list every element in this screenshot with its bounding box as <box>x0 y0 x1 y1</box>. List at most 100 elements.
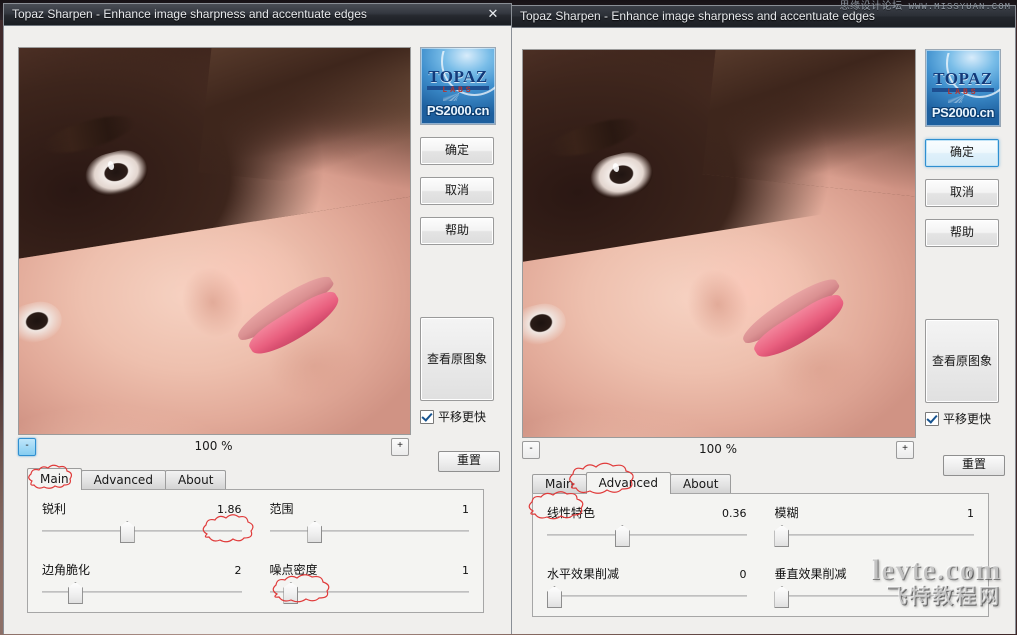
slider-noise-density: 噪点密度 1 <box>256 551 484 612</box>
tab-advanced[interactable]: Advanced <box>80 470 166 490</box>
side-panel-right: TOPAZ LABS PS2000.cn 确定 取消 帮助 查看原图象 平移更快 <box>925 49 1007 427</box>
slider-label: 锐利 <box>42 502 67 516</box>
tab-about[interactable]: About <box>164 470 227 490</box>
slider-sharpen: 锐利 1.86 <box>28 490 256 551</box>
slider-thumb[interactable] <box>614 525 630 547</box>
slider-vertical-suppression: 垂直效果削减 0 <box>761 555 989 616</box>
logo-topaz-text: TOPAZ <box>933 69 993 88</box>
slider-horizontal-suppression: 水平效果削减 0 <box>533 555 761 616</box>
pan-faster-checkbox[interactable] <box>420 409 434 424</box>
slider-label: 边角脆化 <box>42 563 91 577</box>
slider-thumb[interactable] <box>774 525 790 547</box>
topaz-labs-logo: TOPAZ LABS PS2000.cn <box>925 49 1001 127</box>
zoom-in-button[interactable]: + <box>391 438 409 456</box>
slider-value: 2 <box>234 564 242 577</box>
slider-label: 模糊 <box>774 506 799 520</box>
slider-edge-crispness: 边角脆化 2 <box>28 551 256 612</box>
image-preview-left[interactable] <box>18 47 411 435</box>
titlebar-left[interactable]: Topaz Sharpen - Enhance image sharpness … <box>4 4 511 26</box>
slider-track[interactable] <box>269 521 469 543</box>
side-panel-left: TOPAZ LABS PS2000.cn 确定 取消 帮助 查看原图象 平移更快 <box>420 47 500 425</box>
image-preview-right[interactable] <box>522 49 916 438</box>
photo-shoulder <box>523 390 778 437</box>
slider-thumb[interactable] <box>307 521 323 543</box>
tab-advanced[interactable]: Advanced <box>585 472 671 494</box>
topaz-sharpen-window-left: Topaz Sharpen - Enhance image sharpness … <box>3 3 512 634</box>
zoom-in-button[interactable]: + <box>896 441 914 459</box>
photo-chin <box>261 325 395 427</box>
cancel-button[interactable]: 取消 <box>925 179 999 207</box>
parameter-panel-right: 线性特色 0.36 模糊 1 水平效果削减 0 垂直效果削减 0 <box>532 493 989 617</box>
ok-button[interactable]: 确定 <box>925 139 999 167</box>
pan-faster-label: 平移更快 <box>943 412 992 426</box>
window-title-right: Topaz Sharpen - Enhance image sharpness … <box>520 9 875 23</box>
view-original-button[interactable]: 查看原图象 <box>420 317 494 401</box>
slider-value: 0 <box>967 568 974 581</box>
ok-button[interactable]: 确定 <box>420 137 494 165</box>
topaz-sharpen-window-right: Topaz Sharpen - Enhance image sharpness … <box>511 5 1016 634</box>
tab-bar-left: Main Advanced About <box>27 468 227 490</box>
logo-labs-text: LABS <box>427 86 489 96</box>
slider-label: 垂直效果削减 <box>774 567 847 581</box>
reset-button[interactable]: 重置 <box>943 455 1005 476</box>
slider-track[interactable] <box>774 586 974 608</box>
slider-value: 1 <box>462 503 469 516</box>
zoom-level-value: 100 % <box>698 442 738 456</box>
tab-about[interactable]: About <box>669 474 732 494</box>
zoom-bar-right: - 100 % + <box>522 441 914 461</box>
pan-faster-checkbox-row[interactable]: 平移更快 <box>925 410 1007 427</box>
logo-site-watermark: PS2000.cn <box>426 103 490 118</box>
photo-shoulder <box>19 387 274 434</box>
slider-value: 1 <box>967 507 974 520</box>
window-body-left: TOPAZ LABS PS2000.cn 确定 取消 帮助 查看原图象 平移更快… <box>4 26 511 634</box>
slider-thumb[interactable] <box>67 582 83 604</box>
slider-value: 0.36 <box>722 507 747 520</box>
help-button[interactable]: 帮助 <box>925 219 999 247</box>
reset-button[interactable]: 重置 <box>438 451 500 472</box>
preview-photo <box>523 50 915 437</box>
slider-thumb[interactable] <box>119 521 135 543</box>
preview-photo <box>19 48 410 434</box>
slider-thumb[interactable] <box>546 586 562 608</box>
logo-topaz-text: TOPAZ <box>428 67 488 86</box>
parameter-panel-left: 锐利 1.86 范围 1 边角脆化 2 噪点密度 1 <box>27 489 484 613</box>
window-body-right: TOPAZ LABS PS2000.cn 确定 取消 帮助 查看原图象 平移更快… <box>512 28 1015 634</box>
slider-track[interactable] <box>546 586 747 608</box>
slider-label: 范围 <box>269 502 294 516</box>
photo-chin <box>766 328 900 430</box>
slider-label: 噪点密度 <box>269 563 318 577</box>
slider-track[interactable] <box>269 582 469 604</box>
slider-thumb[interactable] <box>283 582 299 604</box>
pan-faster-label: 平移更快 <box>438 410 487 424</box>
slider-radius: 范围 1 <box>256 490 484 551</box>
tab-main[interactable]: Main <box>27 468 82 490</box>
slider-value: 1.86 <box>217 503 242 516</box>
tab-main[interactable]: Main <box>532 474 587 494</box>
logo-site-watermark: PS2000.cn <box>931 105 995 120</box>
zoom-level-value: 100 % <box>194 439 233 453</box>
slider-thumb[interactable] <box>774 586 790 608</box>
slider-label: 线性特色 <box>547 506 596 520</box>
pan-faster-checkbox[interactable] <box>925 411 939 426</box>
window-title-left: Topaz Sharpen - Enhance image sharpness … <box>12 7 367 21</box>
slider-track[interactable] <box>42 582 242 604</box>
slider-track[interactable] <box>42 521 242 543</box>
zoom-bar-left: - 100 % + <box>18 438 409 458</box>
topaz-labs-logo: TOPAZ LABS PS2000.cn <box>420 47 496 125</box>
watermark-top-url: WWW.MISSYUAN.COM <box>908 2 1011 12</box>
watermark-top-cn: 思缘设计论坛 <box>839 1 903 12</box>
cancel-button[interactable]: 取消 <box>420 177 494 205</box>
slider-track[interactable] <box>774 525 974 547</box>
pan-faster-checkbox-row[interactable]: 平移更快 <box>420 408 500 425</box>
logo-labs-text: LABS <box>932 88 994 98</box>
close-icon[interactable]: ✕ <box>481 5 505 22</box>
slider-blur: 模糊 1 <box>761 494 989 555</box>
help-button[interactable]: 帮助 <box>420 217 494 245</box>
view-original-button[interactable]: 查看原图象 <box>925 319 999 403</box>
tab-bar-right: Main Advanced About <box>532 472 732 494</box>
slider-linear-feature: 线性特色 0.36 <box>533 494 761 555</box>
slider-label: 水平效果削减 <box>547 567 620 581</box>
slider-value: 1 <box>462 564 469 577</box>
slider-value: 0 <box>739 568 747 581</box>
slider-track[interactable] <box>547 525 747 547</box>
